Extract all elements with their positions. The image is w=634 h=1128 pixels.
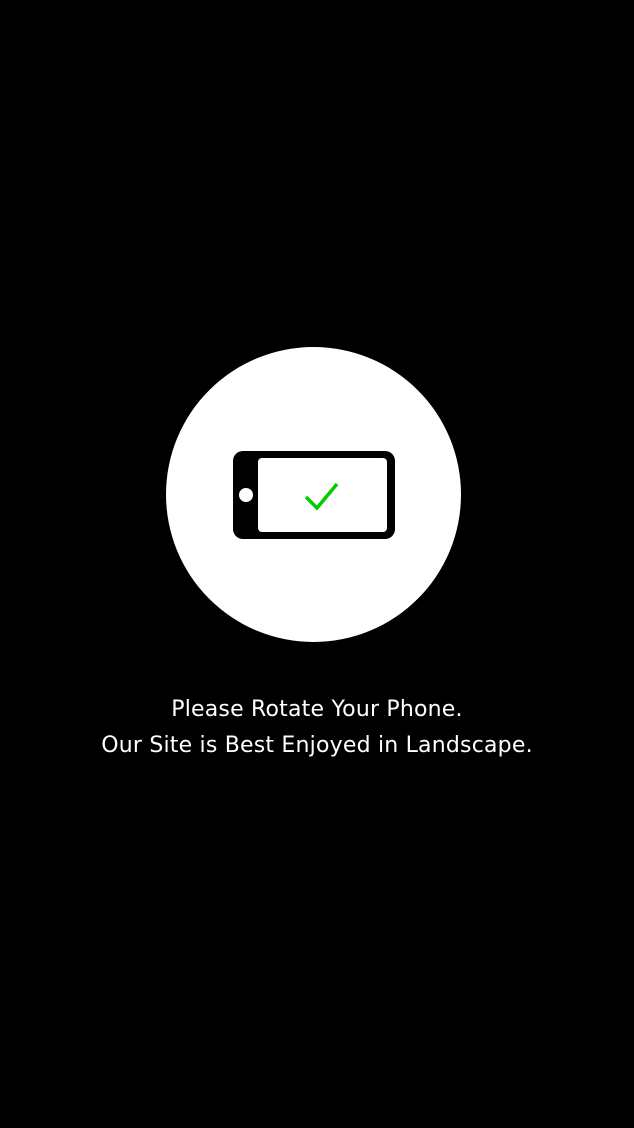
icon-circle [166, 347, 461, 642]
rotate-message-line-2: Our Site is Best Enjoyed in Landscape. [101, 733, 533, 758]
landscape-phone-icon [233, 451, 395, 539]
rotate-device-overlay: Please Rotate Your Phone. Our Site is Be… [0, 0, 634, 1128]
rotate-message-line-1: Please Rotate Your Phone. [171, 697, 463, 722]
rotate-message: Please Rotate Your Phone. Our Site is Be… [0, 692, 634, 764]
